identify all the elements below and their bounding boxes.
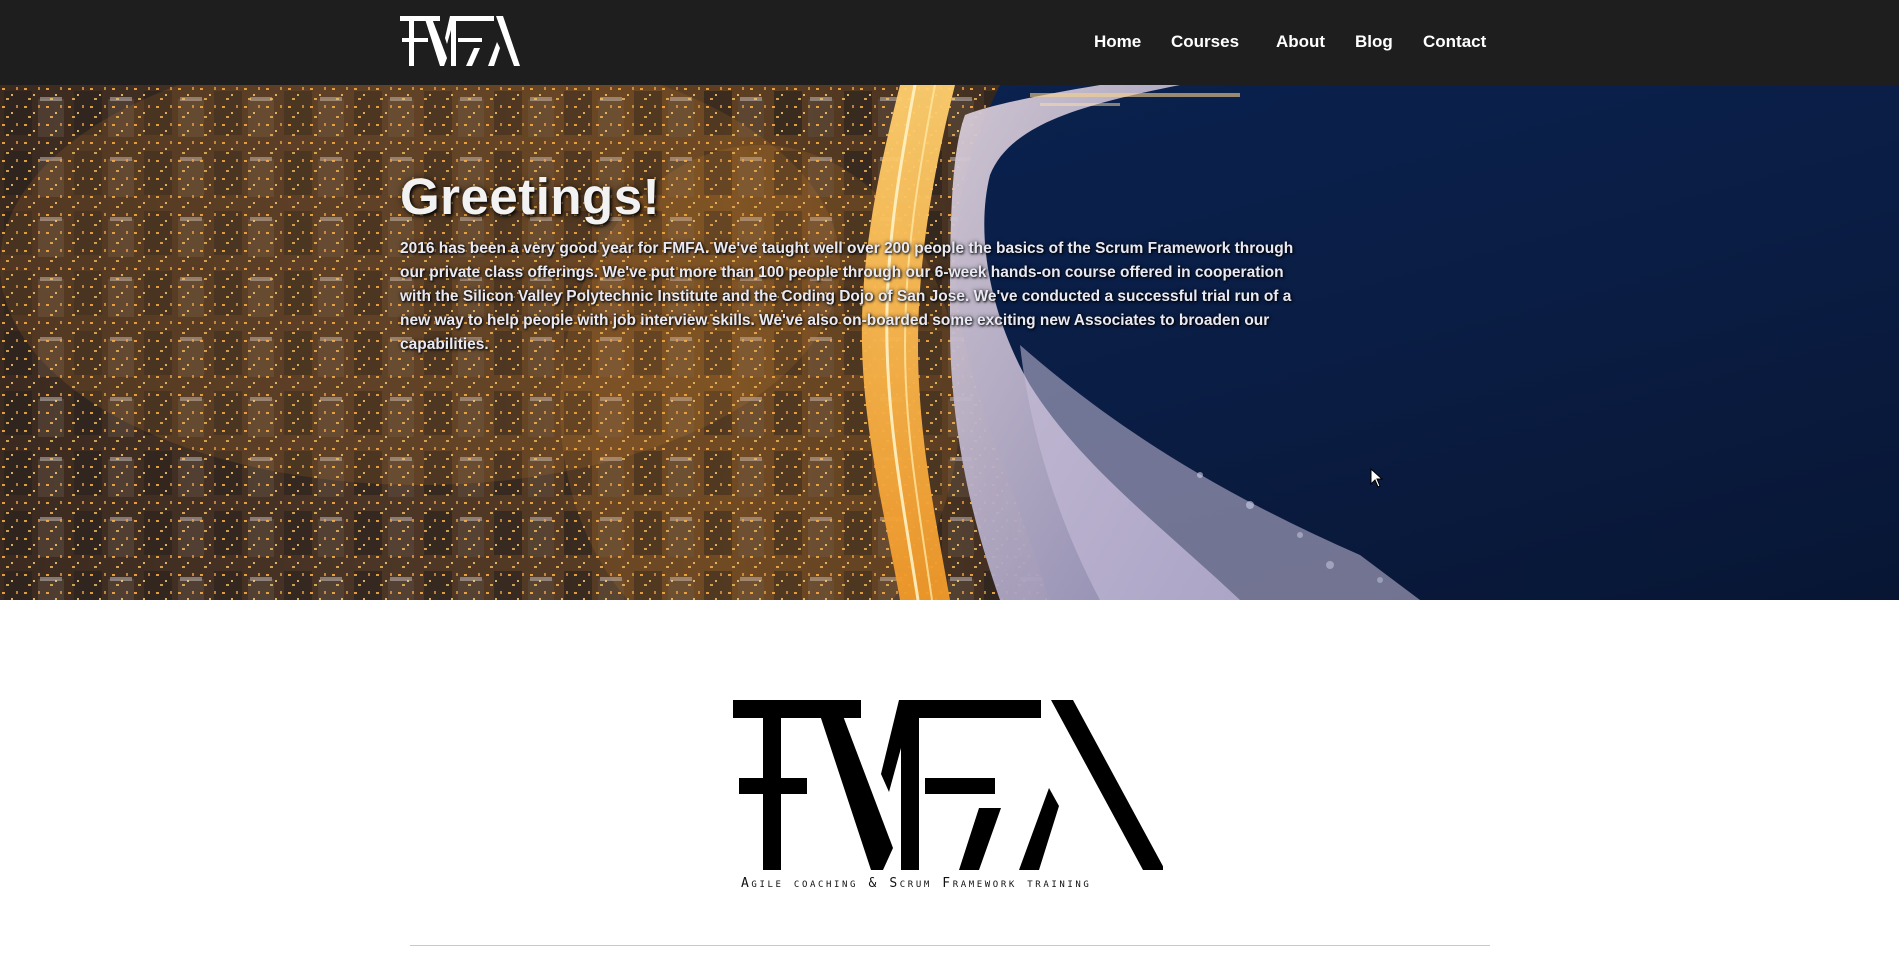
section-divider [410, 945, 1490, 946]
mouse-pointer-icon [1370, 468, 1384, 488]
page: Home Courses About Blog Contact Greeting… [0, 0, 1899, 954]
nav-item-blog[interactable]: Blog [1355, 31, 1393, 53]
nav-item-home[interactable]: Home [1094, 31, 1141, 53]
hero-title: Greetings! [400, 168, 661, 225]
site-header: Home Courses About Blog Contact [0, 0, 1899, 85]
hero-banner: Greetings! 2016 has been a very good yea… [0, 85, 1899, 600]
hero-body-text: 2016 has been a very good year for FMFA.… [400, 240, 1294, 353]
main-nav: Home Courses About Blog Contact [0, 0, 1899, 85]
nav-item-about[interactable]: About [1276, 31, 1325, 53]
nav-item-courses[interactable]: Courses [1171, 31, 1239, 53]
fmfa-main-logo [733, 700, 1163, 870]
brand-tagline: Agile coaching & Scrum Framework trainin… [741, 876, 1092, 891]
nav-item-contact[interactable]: Contact [1423, 31, 1486, 53]
